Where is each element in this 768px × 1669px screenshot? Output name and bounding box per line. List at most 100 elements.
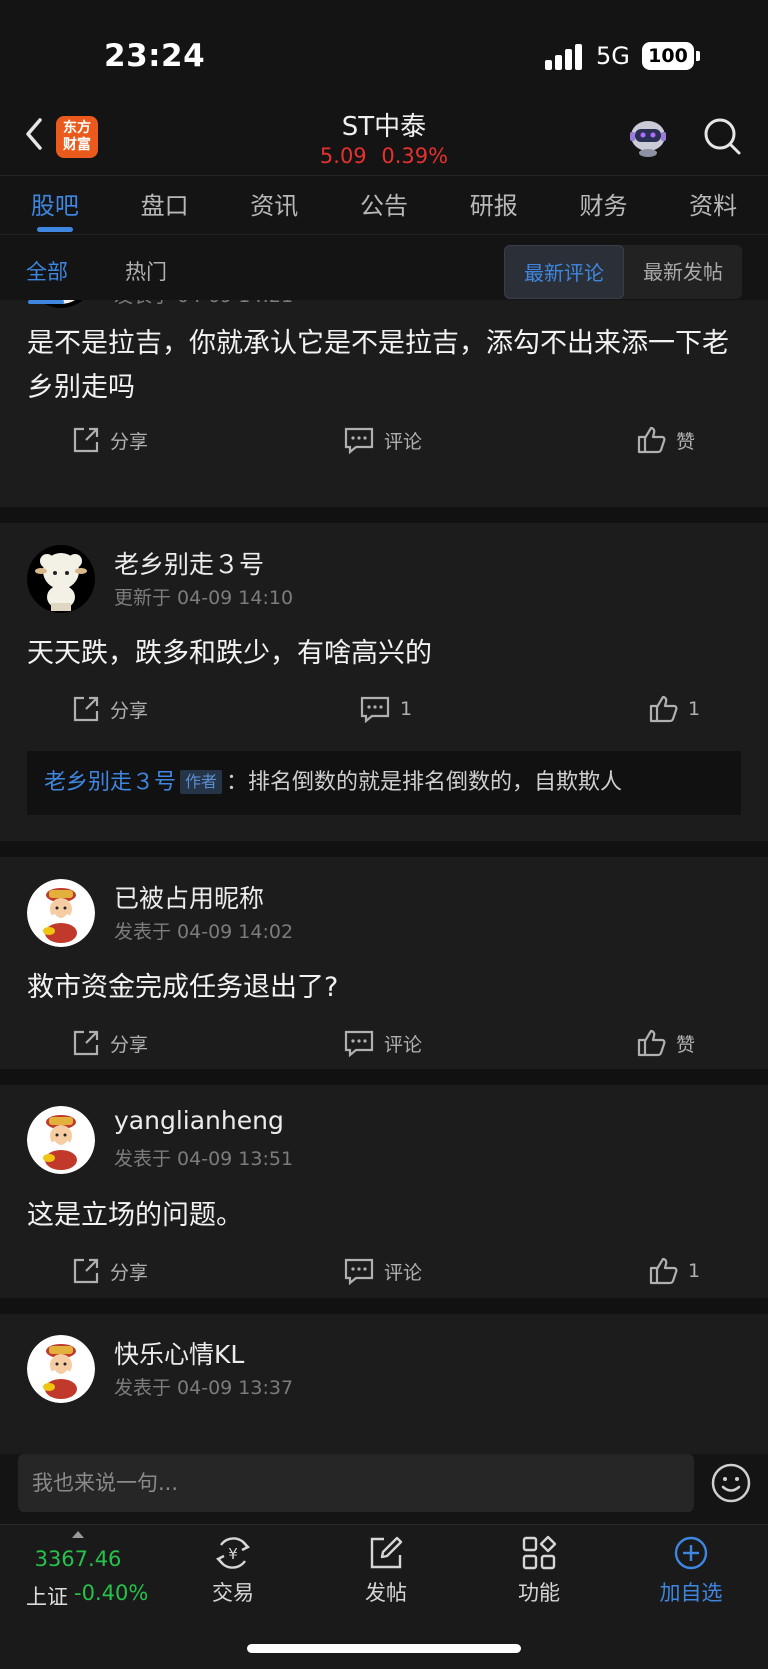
fortune-god-avatar-icon — [27, 879, 95, 947]
share-button[interactable]: 分享 — [72, 424, 148, 456]
thumbs-up-icon — [637, 426, 666, 454]
post-meta: 发表于 04-09 14:02 — [114, 921, 294, 943]
post-content[interactable]: 天天跌，跌多和跌少，有啥高兴的 — [27, 632, 747, 676]
tab-profile[interactable]: 资料 — [658, 177, 768, 234]
post-author[interactable]: 已被占用昵称 — [114, 879, 264, 915]
index-name: 上证 — [26, 1585, 68, 1609]
post-author[interactable]: 快乐心情KL — [114, 1335, 244, 1371]
like-label: 赞 — [676, 430, 696, 453]
tab-announcements[interactable]: 公告 — [329, 177, 439, 234]
sort-toggle: 最新评论 最新发帖 — [504, 245, 742, 299]
post-feed[interactable]: 发表于 04-09 14:21 是不是拉吉，你就承认它是不是拉吉，添勾不出来添一… — [0, 300, 768, 1454]
like-button[interactable]: 赞 — [636, 1027, 695, 1059]
post-avatar[interactable] — [27, 879, 95, 947]
share-label: 分享 — [110, 430, 149, 453]
share-icon — [73, 427, 99, 453]
new-post-label: 发帖 — [365, 1581, 407, 1605]
post-content[interactable]: 是不是拉吉，你就承认它是不是拉吉，添勾不出来添一下老乡别走吗 — [27, 322, 747, 410]
reply-author[interactable]: 老乡别走３号 — [44, 770, 176, 795]
thumbs-up-icon — [649, 1257, 678, 1285]
share-button[interactable]: 分享 — [72, 693, 148, 725]
grid-functions-icon — [522, 1535, 557, 1570]
tab-guba[interactable]: 股吧 — [0, 177, 110, 234]
like-button[interactable]: 赞 — [636, 424, 695, 456]
functions-button[interactable]: 功能 — [489, 1535, 589, 1607]
subtab-all[interactable]: 全部 — [26, 256, 68, 304]
share-label: 分享 — [110, 699, 149, 722]
post-divider — [0, 1298, 768, 1314]
post-avatar[interactable] — [27, 545, 95, 613]
status-bar: 23:24 5G 100 — [0, 0, 768, 100]
main-tabs: 股吧 盘口 资讯 公告 研报 财务 资料 — [0, 177, 768, 235]
comment-label: 评论 — [384, 1033, 423, 1056]
like-count: 1 — [688, 698, 701, 720]
comment-icon — [344, 1258, 374, 1285]
comment-button[interactable]: 评论 — [344, 424, 422, 456]
post-item[interactable]: 已被占用昵称 发表于 04-09 14:02 救市资金完成任务退出了? 分享 评… — [0, 857, 768, 1069]
post-content[interactable]: 救市资金完成任务退出了? — [27, 966, 747, 1010]
svg-text:¥: ¥ — [228, 1545, 238, 1563]
subtab-hot[interactable]: 热门 — [125, 256, 167, 286]
reply-preview[interactable]: 老乡别走３号 作者 ：排名倒数的就是排名倒数的，自欺欺人 — [27, 751, 741, 815]
comment-input-bar — [0, 1454, 768, 1524]
post-item[interactable]: yanglianheng 发表于 04-09 13:51 这是立场的问题。 分享… — [0, 1085, 768, 1298]
comment-button[interactable]: 评论 — [344, 1255, 422, 1287]
top-nav: 东方 财富 ST中泰 5.09 0.39% — [0, 100, 768, 176]
sort-latest-comment-button[interactable]: 最新评论 — [504, 245, 624, 299]
post-divider — [0, 507, 768, 523]
post-divider — [0, 1069, 768, 1085]
market-index[interactable]: 3367.46 上证 -0.40% — [0, 1525, 156, 1625]
post-author[interactable]: yanglianheng — [114, 1106, 284, 1135]
post-meta: 发表于 04-09 14:21 — [114, 300, 293, 308]
thumbs-up-icon — [649, 695, 678, 723]
comment-button[interactable]: 1 — [360, 693, 412, 725]
trade-button[interactable]: ¥ 交易 — [183, 1535, 283, 1607]
post-content[interactable]: 这是立场的问题。 — [27, 1194, 747, 1238]
emoji-icon[interactable] — [710, 1462, 752, 1504]
post-item[interactable]: 老乡别走３号 更新于 04-09 14:10 天天跌，跌多和跌少，有啥高兴的 分… — [0, 523, 768, 841]
share-button[interactable]: 分享 — [72, 1027, 148, 1059]
post-item[interactable]: 发表于 04-09 14:21 是不是拉吉，你就承认它是不是拉吉，添勾不出来添一… — [0, 300, 768, 507]
search-icon[interactable] — [702, 116, 742, 156]
fortune-god-avatar-icon — [27, 1106, 95, 1174]
thumbs-up-icon — [637, 1029, 666, 1057]
comment-input[interactable] — [18, 1454, 694, 1512]
index-value: 3367.46 — [34, 1547, 122, 1571]
add-watchlist-button[interactable]: 加自选 — [641, 1535, 741, 1607]
battery-icon: 100 — [642, 42, 694, 70]
chevron-up-icon — [72, 1531, 84, 1538]
new-post-button[interactable]: 发帖 — [336, 1535, 436, 1607]
sort-latest-post-button[interactable]: 最新发帖 — [624, 245, 742, 299]
share-label: 分享 — [110, 1261, 149, 1284]
like-button[interactable]: 1 — [648, 1255, 700, 1287]
share-icon — [73, 1258, 99, 1284]
signal-icon — [545, 44, 582, 70]
comment-label: 评论 — [384, 430, 423, 453]
reply-text: 排名倒数的就是排名倒数的，自欺欺人 — [248, 770, 623, 795]
post-avatar[interactable] — [27, 1335, 95, 1403]
reply-separator: ： — [226, 770, 249, 795]
tab-finance[interactable]: 财务 — [549, 177, 659, 234]
tab-news[interactable]: 资讯 — [219, 177, 329, 234]
add-watchlist-label: 加自选 — [659, 1581, 723, 1605]
comment-icon — [344, 427, 374, 454]
post-item[interactable]: 快乐心情KL 发表于 04-09 13:37 — [0, 1314, 768, 1454]
home-indicator[interactable] — [247, 1644, 521, 1653]
robot-assistant-icon[interactable] — [626, 114, 670, 158]
plus-circle-icon — [674, 1536, 708, 1570]
post-author[interactable]: 老乡别走３号 — [114, 545, 264, 581]
tab-pankou[interactable]: 盘口 — [110, 177, 220, 234]
post-meta: 更新于 04-09 14:10 — [114, 587, 294, 609]
comment-button[interactable]: 评论 — [344, 1027, 422, 1059]
trade-icon: ¥ — [215, 1537, 251, 1569]
fortune-god-avatar-icon — [27, 1335, 95, 1403]
post-meta: 发表于 04-09 13:37 — [114, 1377, 294, 1399]
tab-research[interactable]: 研报 — [439, 177, 549, 234]
like-button[interactable]: 1 — [648, 693, 700, 725]
like-label: 赞 — [676, 1033, 696, 1056]
battery-tip — [696, 51, 700, 61]
stock-change: 0.39% — [381, 144, 449, 168]
stock-price: 5.09 — [319, 144, 367, 168]
post-avatar[interactable] — [27, 1106, 95, 1174]
share-button[interactable]: 分享 — [72, 1255, 148, 1287]
